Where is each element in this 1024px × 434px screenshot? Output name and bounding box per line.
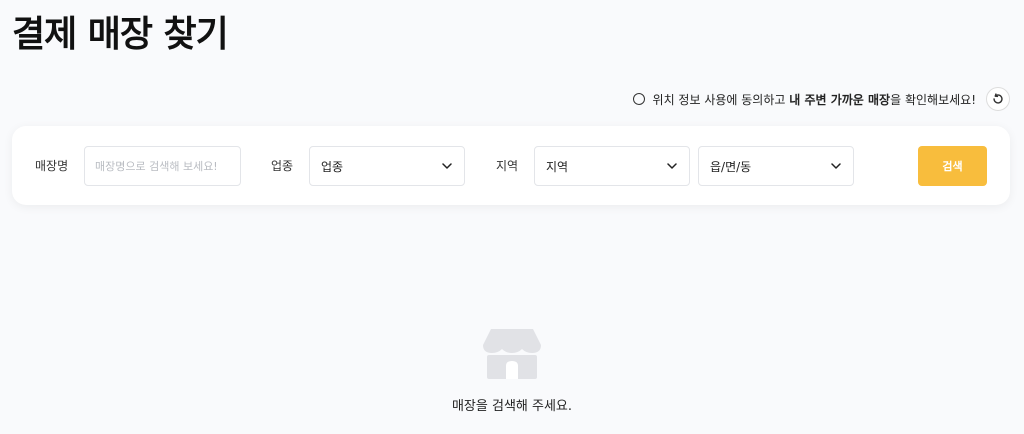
consent-emphasis: 내 주변 가까운 매장 [789, 92, 891, 107]
category-label: 업종 [271, 159, 294, 173]
store-finder-page: 결제 매장 찾기 위치 정보 사용에 동의하고 내 주변 가까운 매장을 확인해… [0, 0, 1024, 434]
store-name-label: 매장명 [35, 159, 69, 173]
refresh-location-button[interactable] [986, 87, 1010, 111]
chevron-down-icon [442, 161, 452, 171]
region-select[interactable]: 지역 [534, 146, 690, 186]
district-select[interactable]: 읍/면/동 [698, 146, 854, 186]
search-button[interactable]: 검색 [918, 146, 987, 186]
empty-state-message: 매장을 검색해 주세요. [451, 399, 573, 414]
consent-prefix: 위치 정보 사용에 동의하고 [652, 92, 790, 107]
consent-suffix: 을 확인해보세요! [890, 92, 976, 107]
region-selected-value: 지역 [546, 159, 569, 174]
region-label: 지역 [496, 159, 519, 173]
store-icon [483, 329, 541, 379]
category-select[interactable]: 업종 [309, 146, 465, 186]
page-title: 결제 매장 찾기 [12, 14, 229, 55]
district-selected-value: 읍/면/동 [710, 159, 752, 174]
category-selected-value: 업종 [321, 159, 344, 174]
search-panel: 매장명 업종 업종 지역 지역 읍/면/동 검색 [12, 126, 1010, 205]
empty-state: 매장을 검색해 주세요. [0, 325, 1024, 414]
store-name-input[interactable] [84, 146, 241, 186]
chevron-down-icon [831, 161, 841, 171]
location-consent-text[interactable]: 위치 정보 사용에 동의하고 내 주변 가까운 매장을 확인해보세요! [653, 91, 976, 108]
chevron-down-icon [667, 161, 677, 171]
location-consent-row: 위치 정보 사용에 동의하고 내 주변 가까운 매장을 확인해보세요! [632, 87, 1010, 111]
refresh-icon [993, 93, 1003, 104]
consent-radio-icon[interactable] [632, 93, 645, 105]
